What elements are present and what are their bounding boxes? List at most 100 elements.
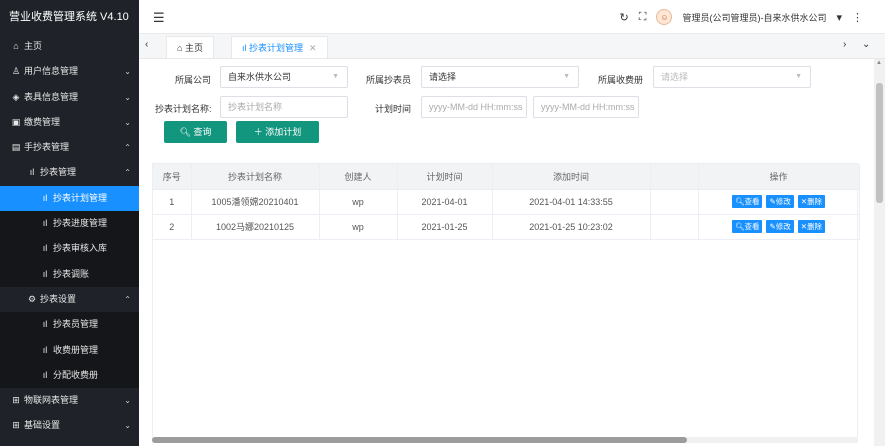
sidebar-item-assign-book[interactable]: ıl 分配收费册 bbox=[0, 362, 139, 389]
reader-select[interactable]: 请选择 ▼ bbox=[421, 66, 579, 88]
column-header-creator[interactable]: 创建人 bbox=[319, 164, 398, 190]
tabs-dropdown-icon[interactable]: ⌄ bbox=[862, 39, 870, 50]
view-button[interactable]: 🔍︎查看 bbox=[731, 220, 763, 233]
delete-button[interactable]: ✕删除 bbox=[797, 220, 826, 233]
document-icon: ▤ bbox=[11, 142, 21, 153]
cell-index: 1 bbox=[153, 189, 192, 215]
bar-chart-icon: ıl bbox=[42, 319, 48, 330]
sidebar-item-label: 抄表进度管理 bbox=[53, 218, 108, 229]
sidebar-item-user-info[interactable]: ♙ 用户信息管理 ⌄ bbox=[0, 59, 139, 84]
plan-time-end-input[interactable]: yyyy-MM-dd HH:mm:ss bbox=[533, 96, 639, 118]
meter-icon: ◈ bbox=[12, 91, 20, 102]
edit-button[interactable]: ✎修改 bbox=[766, 220, 794, 233]
sidebar-item-reading-adjust[interactable]: ıl 抄表调账 bbox=[0, 261, 139, 287]
user-icon: ♙ bbox=[11, 66, 21, 77]
chevron-down-icon: ⌄ bbox=[124, 67, 131, 77]
refresh-icon[interactable]: ↻ bbox=[620, 11, 629, 24]
scrollbar-thumb[interactable] bbox=[152, 437, 687, 443]
company-select[interactable]: 自来水供水公司 ▼ bbox=[220, 66, 348, 88]
menu-toggle-icon[interactable]: ☰ bbox=[153, 10, 165, 26]
scroll-up-icon[interactable]: ▲ bbox=[876, 60, 882, 66]
plan-name-label: 抄表计划名称: bbox=[155, 104, 212, 114]
sidebar-item-home[interactable]: ⌂ 主页 bbox=[0, 34, 139, 59]
add-plan-button[interactable]: ＋ 添加计划 bbox=[236, 121, 319, 143]
sidebar-item-reader-management[interactable]: ıl 抄表员管理 bbox=[0, 312, 139, 338]
sidebar-item-manual-reading[interactable]: ▤ 手抄表管理 ⌃ bbox=[0, 135, 139, 160]
view-button-label: 查看 bbox=[744, 222, 760, 231]
sidebar-item-label: 抄表计划管理 bbox=[53, 192, 108, 203]
chevron-down-icon: ⌄ bbox=[124, 396, 131, 406]
header-actions: ↻ ⛶ ☺ 管理员(公司管理员)-自来水供水公司 ▾ ⋮ bbox=[620, 0, 863, 34]
sidebar-item-book-management[interactable]: ıl 收费册管理 bbox=[0, 337, 139, 363]
cell-actions: 🔍︎查看 ✎修改 ✕删除 bbox=[698, 214, 860, 240]
sidebar-item-basic-settings[interactable]: ⊞ 基础设置 ⌄ bbox=[0, 413, 139, 438]
grid-icon: ⊞ bbox=[12, 420, 20, 431]
sidebar-item-reading-management[interactable]: ıl 抄表管理 ⌃ bbox=[0, 160, 139, 185]
close-icon[interactable]: ✕ bbox=[309, 43, 317, 53]
sidebar-item-reading-review[interactable]: ıl 抄表审核入库 bbox=[0, 236, 139, 262]
home-icon: ⌂ bbox=[177, 43, 185, 53]
book-select[interactable]: 请选择 ▼ bbox=[653, 66, 811, 88]
tabs-scroll-right-icon[interactable]: › bbox=[843, 39, 846, 50]
plan-name-placeholder: 抄表计划名称 bbox=[228, 102, 283, 112]
company-select-value: 自来水供水公司 bbox=[228, 72, 292, 82]
chevron-up-icon: ⌃ bbox=[124, 143, 131, 153]
edit-button[interactable]: ✎修改 bbox=[766, 195, 794, 208]
sidebar-item-meter-info[interactable]: ◈ 表具信息管理 ⌄ bbox=[0, 85, 139, 110]
chevron-down-icon: ▼ bbox=[795, 73, 802, 80]
bar-chart-icon: ıl bbox=[42, 369, 48, 380]
sidebar-item-label: 表具信息管理 bbox=[24, 91, 79, 102]
sidebar-item-label: 抄表员管理 bbox=[53, 319, 99, 330]
tab-reading-plan[interactable]: ıl 抄表计划管理 ✕ bbox=[231, 36, 328, 58]
add-plan-button-label: 添加计划 bbox=[265, 127, 302, 137]
scrollbar-thumb[interactable] bbox=[876, 83, 883, 203]
table-row: 1 1005潘领嫦20210401 wp 2021-04-01 2021-04-… bbox=[153, 189, 860, 215]
sidebar-item-reading-progress[interactable]: ıl 抄表进度管理 bbox=[0, 211, 139, 237]
sidebar-item-label: 用户信息管理 bbox=[24, 66, 79, 77]
page-vertical-scrollbar[interactable]: ▲ bbox=[874, 59, 885, 446]
sidebar-item-label: 缴费管理 bbox=[24, 116, 61, 127]
sidebar-item-iot-meter[interactable]: ⊞ 物联网表管理 ⌄ bbox=[0, 388, 139, 413]
home-icon: ⌂ bbox=[13, 41, 19, 51]
column-header-index[interactable]: 序号 bbox=[153, 164, 192, 190]
query-button[interactable]: 🔍︎ 查询 bbox=[164, 121, 227, 143]
tab-label: 主页 bbox=[184, 43, 203, 53]
sidebar-item-label: 抄表审核入库 bbox=[53, 243, 108, 254]
column-header-empty bbox=[650, 164, 699, 190]
fullscreen-icon[interactable]: ⛶ bbox=[639, 11, 647, 24]
more-icon[interactable]: ⋮ bbox=[852, 11, 863, 24]
plan-time-start-input[interactable]: yyyy-MM-dd HH:mm:ss bbox=[421, 96, 527, 118]
tab-home[interactable]: ⌂ 主页 bbox=[166, 36, 214, 58]
sidebar-item-label: 抄表管理 bbox=[40, 167, 77, 178]
sidebar-item-label: 物联网表管理 bbox=[24, 395, 79, 406]
cell-plan-time: 2021-04-01 bbox=[397, 189, 493, 215]
sidebar-item-label: 基础设置 bbox=[24, 420, 61, 431]
cell-creator: wp bbox=[319, 189, 398, 215]
search-icon: 🔍︎ bbox=[179, 127, 191, 137]
book-label: 所属收费册 bbox=[598, 75, 644, 85]
sidebar-item-payment[interactable]: ▣ 缴费管理 ⌄ bbox=[0, 110, 139, 135]
avatar[interactable]: ☺ bbox=[656, 9, 673, 25]
cell-empty bbox=[650, 189, 699, 215]
table-row: 2 1002马娜20210125 wp 2021-01-25 2021-01-2… bbox=[153, 214, 860, 240]
column-header-plan-name[interactable]: 抄表计划名称 bbox=[191, 164, 320, 190]
table-horizontal-scrollbar[interactable] bbox=[152, 437, 858, 443]
plan-name-input[interactable]: 抄表计划名称 bbox=[220, 96, 348, 118]
bar-chart-icon: ıl bbox=[29, 167, 35, 178]
column-header-added-time[interactable]: 添加时间 bbox=[492, 164, 651, 190]
sidebar-item-label: 手抄表管理 bbox=[24, 142, 70, 153]
tabs-scroll-left-icon[interactable]: ‹ bbox=[145, 39, 148, 50]
view-button[interactable]: 🔍︎查看 bbox=[731, 195, 763, 208]
user-menu[interactable]: 管理员(公司管理员)-自来水供水公司 bbox=[682, 11, 826, 24]
bar-chart-icon: ıl bbox=[42, 268, 48, 279]
sidebar: 营业收费管理系统 V4.10 ⌂ 主页 ♙ 用户信息管理 ⌄ ◈ 表具信息管理 ⌄ ▣… bbox=[0, 0, 139, 446]
delete-button[interactable]: ✕删除 bbox=[797, 195, 826, 208]
column-header-plan-time[interactable]: 计划时间 bbox=[397, 164, 493, 190]
payment-icon: ▣ bbox=[11, 116, 21, 127]
bar-chart-icon: ıl bbox=[42, 192, 48, 203]
sidebar-item-reading-plan[interactable]: ıl 抄表计划管理 bbox=[0, 185, 139, 212]
sidebar-item-reading-settings[interactable]: ⚙ 抄表设置 ⌃ bbox=[0, 287, 139, 312]
caret-down-icon[interactable]: ▾ bbox=[836, 11, 842, 24]
chevron-down-icon: ▼ bbox=[332, 73, 339, 80]
time-start-placeholder: yyyy-MM-dd HH:mm:ss bbox=[429, 102, 523, 112]
